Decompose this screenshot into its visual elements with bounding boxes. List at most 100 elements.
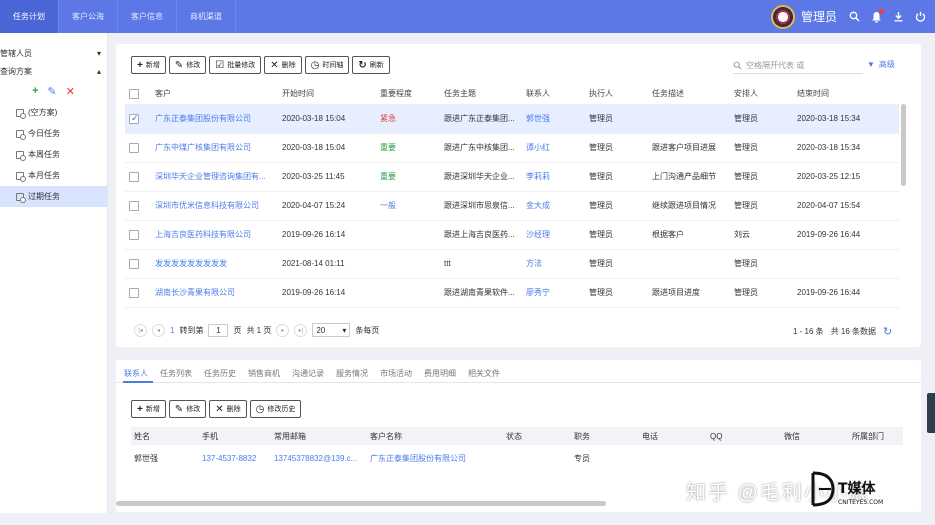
add-contact-button[interactable]: + 新增 [131, 400, 166, 418]
page-size-select[interactable]: 20 ▾ [312, 323, 351, 337]
download-icon[interactable] [892, 10, 905, 23]
add-button[interactable]: + 新增 [131, 56, 166, 74]
refresh-button[interactable]: ↻ 刷新 [352, 56, 390, 74]
last-page-button[interactable]: ▸| [294, 323, 308, 337]
bell-icon[interactable] [870, 9, 884, 23]
contact-link[interactable]: 金大成 [522, 191, 585, 221]
column-header[interactable]: 电话 [639, 427, 707, 445]
tab-customer-pool[interactable]: 客户公海 [59, 0, 118, 33]
row-select-cell[interactable] [125, 162, 151, 192]
table-row[interactable]: 深圳华天企业管理咨询集团有... 2020-03-25 11:45 重要 跟进深圳华天… [125, 162, 899, 192]
advanced-filter-button[interactable]: ▼ 高级 [867, 59, 895, 70]
power-icon[interactable] [914, 10, 927, 23]
select-all-checkbox[interactable] [129, 88, 139, 99]
column-header[interactable]: 微信 [781, 427, 849, 445]
contact-link[interactable]: 郭世强 [522, 104, 585, 134]
edit-contact-button[interactable]: ✎ 修改 [168, 400, 207, 418]
customer-name[interactable]: 湖南长沙青果有限公司 [151, 278, 278, 308]
customer-name[interactable]: 深圳市优米信息科技有限公司 [151, 191, 278, 221]
delete-contact-button[interactable]: ✕ 删除 [209, 400, 247, 418]
row-checkbox[interactable] [129, 229, 139, 240]
row-checkbox[interactable] [129, 258, 139, 269]
table-row[interactable]: 发发发发发发发发发 2021-08-14 01:11 ttt 方法 管理员 管理员 [125, 249, 899, 279]
column-header[interactable]: 执行人 [585, 84, 648, 105]
column-header[interactable]: 任务主题 [440, 84, 522, 105]
row-checkbox[interactable] [129, 200, 139, 211]
tab-task-list[interactable]: 任务列表 [160, 368, 192, 379]
next-page-button[interactable]: ▸ [276, 323, 290, 337]
column-header[interactable]: 所属部门 [849, 427, 903, 445]
refresh-icon[interactable]: ↻ [883, 325, 892, 338]
row-select-cell[interactable] [125, 278, 151, 308]
delete-button[interactable]: ✕ 删除 [264, 56, 302, 74]
column-header[interactable]: 客户 [151, 84, 278, 105]
customer-name[interactable]: 发发发发发发发发发 [151, 249, 278, 279]
sidebar-group-query-schemes[interactable]: 查询方案 ▴ [0, 62, 107, 80]
tab-expenses[interactable]: 费用明细 [424, 368, 456, 379]
row-select-cell[interactable] [125, 191, 151, 221]
table-row[interactable]: 深圳市优米信息科技有限公司 2020-04-07 15:24 一般 跟进深圳市思泉信.… [125, 191, 899, 221]
contact-link[interactable]: 李莉莉 [522, 162, 585, 192]
column-header[interactable]: 结束时间 [793, 84, 899, 105]
contact-link[interactable]: 沙经理 [522, 220, 585, 250]
column-header[interactable]: 职务 [571, 427, 639, 445]
sidebar-item-overdue[interactable]: 过期任务 [0, 186, 107, 207]
contact-link[interactable]: 廖秀宁 [522, 278, 585, 308]
table-row[interactable]: 湖南长沙青果有限公司 2019-09-26 16:14 跟进湖南青果软件... 廖秀宁… [125, 278, 899, 308]
search-input[interactable]: 空格隔开代表 或 [733, 58, 863, 74]
row-checkbox[interactable] [129, 142, 139, 153]
contact-customer[interactable]: 广东正泰集团股份有限公司 [367, 445, 503, 471]
column-header[interactable]: 安排人 [730, 84, 793, 105]
customer-name[interactable]: 上海吉良医药科技有限公司 [151, 220, 278, 250]
customer-name[interactable]: 广东中煤广核集团有限公司 [151, 133, 278, 163]
row-checkbox[interactable] [129, 287, 139, 298]
batch-edit-button[interactable]: ☑ 批量修改 [209, 56, 262, 74]
sidebar-item-today[interactable]: 今日任务 [0, 123, 107, 144]
tab-marketing[interactable]: 市场活动 [380, 368, 412, 379]
tab-sales-opportunity[interactable]: 销售商机 [248, 368, 280, 379]
tab-customer-info[interactable]: 客户信息 [118, 0, 177, 33]
table-row[interactable]: 上海吉良医药科技有限公司 2019-09-26 16:14 跟进上海吉良医药... 沙… [125, 220, 899, 250]
tab-related-files[interactable]: 相关文件 [468, 368, 500, 379]
column-header[interactable]: 姓名 [131, 427, 199, 445]
column-header[interactable]: 手机 [199, 427, 271, 445]
row-select-cell[interactable] [125, 249, 151, 279]
column-header[interactable]: 客户名称 [367, 427, 503, 445]
customer-name[interactable]: 深圳华天企业管理咨询集团有... [151, 162, 278, 192]
vertical-scrollbar[interactable] [901, 104, 906, 186]
sidebar-item-empty-scheme[interactable]: (空方案) [0, 102, 107, 123]
column-header[interactable]: 联系人 [522, 84, 585, 105]
avatar[interactable] [770, 4, 795, 29]
sidebar-group-managed-staff[interactable]: 管辖人员 ▾ [0, 44, 107, 62]
table-row[interactable]: 广东中煤广核集团有限公司 2020-03-18 15:04 重要 跟进广东中核集团..… [125, 133, 899, 163]
contact-mobile[interactable]: 137-4537-8832 [199, 445, 271, 471]
side-panel-handle[interactable] [927, 393, 935, 433]
column-header[interactable]: 重要程度 [376, 84, 440, 105]
column-header[interactable]: 开始时间 [278, 84, 376, 105]
column-header[interactable]: QQ [707, 427, 781, 445]
search-icon[interactable] [848, 10, 861, 23]
edit-button[interactable]: ✎ 修改 [168, 56, 207, 74]
tab-task-history[interactable]: 任务历史 [204, 368, 236, 379]
first-page-button[interactable]: |◂ [134, 323, 147, 337]
close-icon[interactable]: ✕ [66, 85, 75, 98]
pencil-icon[interactable]: ✎ [48, 85, 57, 98]
edit-history-button[interactable]: ◷ 修改历史 [249, 400, 302, 418]
row-checkbox[interactable] [129, 113, 139, 124]
column-header[interactable]: 常用邮箱 [271, 427, 367, 445]
row-checkbox[interactable] [129, 171, 139, 182]
column-header[interactable]: 任务描述 [648, 84, 730, 105]
sidebar-item-this-month[interactable]: 本月任务 [0, 165, 107, 186]
page-number-input[interactable]: 1 [208, 323, 229, 337]
row-select-cell[interactable] [125, 104, 151, 134]
timeline-button[interactable]: ◷ 时间轴 [304, 56, 350, 74]
contact-email[interactable]: 13745378832@139.c... [271, 445, 367, 471]
tab-communication-log[interactable]: 沟通记录 [292, 368, 324, 379]
row-select-cell[interactable] [125, 220, 151, 250]
table-row[interactable]: 郭世强 137-4537-8832 13745378832@139.c... 广… [131, 445, 903, 471]
horizontal-scrollbar[interactable] [116, 501, 606, 506]
tab-contacts[interactable]: 联系人 [124, 368, 148, 379]
column-header[interactable]: 状态 [503, 427, 571, 445]
prev-page-button[interactable]: ◂ [152, 323, 165, 337]
sidebar-item-this-week[interactable]: 本周任务 [0, 144, 107, 165]
